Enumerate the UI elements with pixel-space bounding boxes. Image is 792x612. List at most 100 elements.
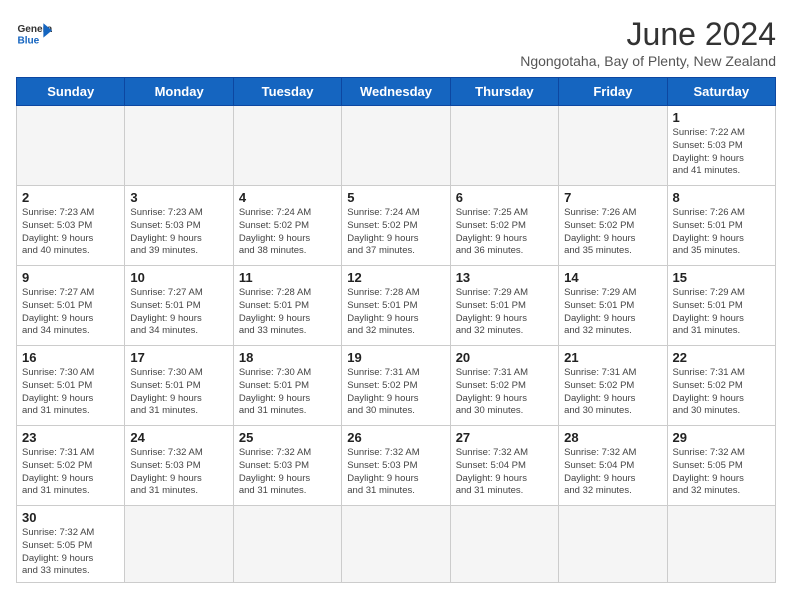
- day-cell: 27Sunrise: 7:32 AM Sunset: 5:04 PM Dayli…: [450, 426, 558, 506]
- day-cell: 23 Sunrise: 7:31 AM Sunset: 5:02 PM Dayli…: [17, 426, 125, 506]
- day-info: Sunrise: 7:32 AM Sunset: 5:05 PM Dayligh…: [22, 527, 119, 578]
- day-info: Sunrise: 7:31 AM Sunset: 5:02 PM Dayligh…: [673, 367, 770, 418]
- day-cell: 19 Sunrise: 7:31 AM Sunset: 5:02 PM Dayli…: [342, 346, 450, 426]
- day-cell: [125, 506, 233, 583]
- day-number: 14: [564, 270, 661, 285]
- day-header-tuesday: Tuesday: [233, 78, 341, 106]
- day-cell: [450, 506, 558, 583]
- day-number: 9: [22, 270, 119, 285]
- location: Ngongotaha, Bay of Plenty, New Zealand: [520, 53, 776, 69]
- day-number: 27: [456, 430, 553, 445]
- day-number: 29: [673, 430, 770, 445]
- day-number: 22: [673, 350, 770, 365]
- day-cell: [559, 506, 667, 583]
- header-row: SundayMondayTuesdayWednesdayThursdayFrid…: [17, 78, 776, 106]
- day-cell: [17, 106, 125, 186]
- day-cell: 24Sunrise: 7:32 AM Sunset: 5:03 PM Dayli…: [125, 426, 233, 506]
- day-cell: 15 Sunrise: 7:29 AM Sunset: 5:01 PM Dayli…: [667, 266, 775, 346]
- day-info: Sunrise: 7:23 AM Sunset: 5:03 PM Dayligh…: [22, 207, 119, 258]
- day-number: 10: [130, 270, 227, 285]
- day-info: Sunrise: 7:26 AM Sunset: 5:02 PM Dayligh…: [564, 207, 661, 258]
- day-cell: 29 Sunrise: 7:32 AM Sunset: 5:05 PM Dayli…: [667, 426, 775, 506]
- day-cell: [342, 106, 450, 186]
- day-number: 30: [22, 510, 119, 525]
- day-cell: 12Sunrise: 7:28 AM Sunset: 5:01 PM Dayli…: [342, 266, 450, 346]
- day-info: Sunrise: 7:22 AM Sunset: 5:03 PM Dayligh…: [673, 127, 770, 178]
- day-info: Sunrise: 7:24 AM Sunset: 5:02 PM Dayligh…: [239, 207, 336, 258]
- day-info: Sunrise: 7:30 AM Sunset: 5:01 PM Dayligh…: [22, 367, 119, 418]
- day-info: Sunrise: 7:31 AM Sunset: 5:02 PM Dayligh…: [564, 367, 661, 418]
- header: General Blue June 2024 Ngongotaha, Bay o…: [16, 16, 776, 69]
- day-number: 2: [22, 190, 119, 205]
- day-number: 17: [130, 350, 227, 365]
- day-cell: 26 Sunrise: 7:32 AM Sunset: 5:03 PM Dayli…: [342, 426, 450, 506]
- day-cell: 1 Sunrise: 7:22 AM Sunset: 5:03 PM Daylig…: [667, 106, 775, 186]
- day-number: 8: [673, 190, 770, 205]
- day-header-monday: Monday: [125, 78, 233, 106]
- day-cell: 9Sunrise: 7:27 AM Sunset: 5:01 PM Daylig…: [17, 266, 125, 346]
- day-header-saturday: Saturday: [667, 78, 775, 106]
- day-number: 23: [22, 430, 119, 445]
- day-cell: 20Sunrise: 7:31 AM Sunset: 5:02 PM Dayli…: [450, 346, 558, 426]
- day-number: 1: [673, 110, 770, 125]
- day-info: Sunrise: 7:27 AM Sunset: 5:01 PM Dayligh…: [130, 287, 227, 338]
- day-info: Sunrise: 7:32 AM Sunset: 5:05 PM Dayligh…: [673, 447, 770, 498]
- day-cell: [667, 506, 775, 583]
- day-info: Sunrise: 7:29 AM Sunset: 5:01 PM Dayligh…: [456, 287, 553, 338]
- day-number: 15: [673, 270, 770, 285]
- day-number: 16: [22, 350, 119, 365]
- month-title: June 2024: [520, 16, 776, 53]
- week-row-3: 9 Sunrise: 7:27 AM Sunset: 5:01 PM Daylig…: [17, 266, 776, 346]
- week-row-5: 23 Sunrise: 7:31 AM Sunset: 5:02 PM Dayli…: [17, 426, 776, 506]
- day-info: Sunrise: 7:26 AM Sunset: 5:01 PM Dayligh…: [673, 207, 770, 258]
- day-info: Sunrise: 7:31 AM Sunset: 5:02 PM Dayligh…: [22, 447, 119, 498]
- week-row-4: 16 Sunrise: 7:30 AM Sunset: 5:01 PM Dayli…: [17, 346, 776, 426]
- day-number: 19: [347, 350, 444, 365]
- day-number: 21: [564, 350, 661, 365]
- day-cell: 30 Sunrise: 7:32 AM Sunset: 5:05 PM Dayli…: [17, 506, 125, 583]
- logo: General Blue: [16, 16, 52, 52]
- day-number: 13: [456, 270, 553, 285]
- day-cell: 21 Sunrise: 7:31 AM Sunset: 5:02 PM Dayli…: [559, 346, 667, 426]
- day-number: 26: [347, 430, 444, 445]
- day-number: 5: [347, 190, 444, 205]
- day-cell: 2 Sunrise: 7:23 AM Sunset: 5:03 PM Daylig…: [17, 186, 125, 266]
- day-cell: 4Sunrise: 7:24 AM Sunset: 5:02 PM Daylig…: [233, 186, 341, 266]
- day-cell: 10 Sunrise: 7:27 AM Sunset: 5:01 PM Dayli…: [125, 266, 233, 346]
- day-cell: [450, 106, 558, 186]
- day-info: Sunrise: 7:30 AM Sunset: 5:01 PM Dayligh…: [130, 367, 227, 418]
- day-number: 18: [239, 350, 336, 365]
- day-number: 28: [564, 430, 661, 445]
- logo-icon: General Blue: [16, 16, 52, 52]
- day-info: Sunrise: 7:32 AM Sunset: 5:04 PM Dayligh…: [564, 447, 661, 498]
- day-info: Sunrise: 7:29 AM Sunset: 5:01 PM Dayligh…: [673, 287, 770, 338]
- calendar-table: SundayMondayTuesdayWednesdayThursdayFrid…: [16, 77, 776, 583]
- day-cell: 22 Sunrise: 7:31 AM Sunset: 5:02 PM Dayli…: [667, 346, 775, 426]
- day-cell: 18 Sunrise: 7:30 AM Sunset: 5:01 PM Dayli…: [233, 346, 341, 426]
- day-info: Sunrise: 7:31 AM Sunset: 5:02 PM Dayligh…: [347, 367, 444, 418]
- day-cell: 6Sunrise: 7:25 AM Sunset: 5:02 PM Daylig…: [450, 186, 558, 266]
- week-row-1: 1 Sunrise: 7:22 AM Sunset: 5:03 PM Daylig…: [17, 106, 776, 186]
- day-cell: 25Sunrise: 7:32 AM Sunset: 5:03 PM Dayli…: [233, 426, 341, 506]
- day-info: Sunrise: 7:23 AM Sunset: 5:03 PM Dayligh…: [130, 207, 227, 258]
- day-cell: 5 Sunrise: 7:24 AM Sunset: 5:02 PM Daylig…: [342, 186, 450, 266]
- day-cell: 28 Sunrise: 7:32 AM Sunset: 5:04 PM Dayli…: [559, 426, 667, 506]
- day-info: Sunrise: 7:28 AM Sunset: 5:01 PM Dayligh…: [347, 287, 444, 338]
- day-number: 3: [130, 190, 227, 205]
- title-section: June 2024 Ngongotaha, Bay of Plenty, New…: [520, 16, 776, 69]
- day-cell: 3 Sunrise: 7:23 AM Sunset: 5:03 PM Daylig…: [125, 186, 233, 266]
- week-row-2: 2 Sunrise: 7:23 AM Sunset: 5:03 PM Daylig…: [17, 186, 776, 266]
- day-info: Sunrise: 7:32 AM Sunset: 5:03 PM Dayligh…: [347, 447, 444, 498]
- day-cell: 16 Sunrise: 7:30 AM Sunset: 5:01 PM Dayli…: [17, 346, 125, 426]
- day-info: Sunrise: 7:30 AM Sunset: 5:01 PM Dayligh…: [239, 367, 336, 418]
- day-header-friday: Friday: [559, 78, 667, 106]
- day-cell: [342, 506, 450, 583]
- day-info: Sunrise: 7:28 AM Sunset: 5:01 PM Dayligh…: [239, 287, 336, 338]
- day-cell: [233, 106, 341, 186]
- day-cell: [559, 106, 667, 186]
- day-info: Sunrise: 7:24 AM Sunset: 5:02 PM Dayligh…: [347, 207, 444, 258]
- day-number: 11: [239, 270, 336, 285]
- day-number: 25: [239, 430, 336, 445]
- week-row-6: 30 Sunrise: 7:32 AM Sunset: 5:05 PM Dayli…: [17, 506, 776, 583]
- day-header-wednesday: Wednesday: [342, 78, 450, 106]
